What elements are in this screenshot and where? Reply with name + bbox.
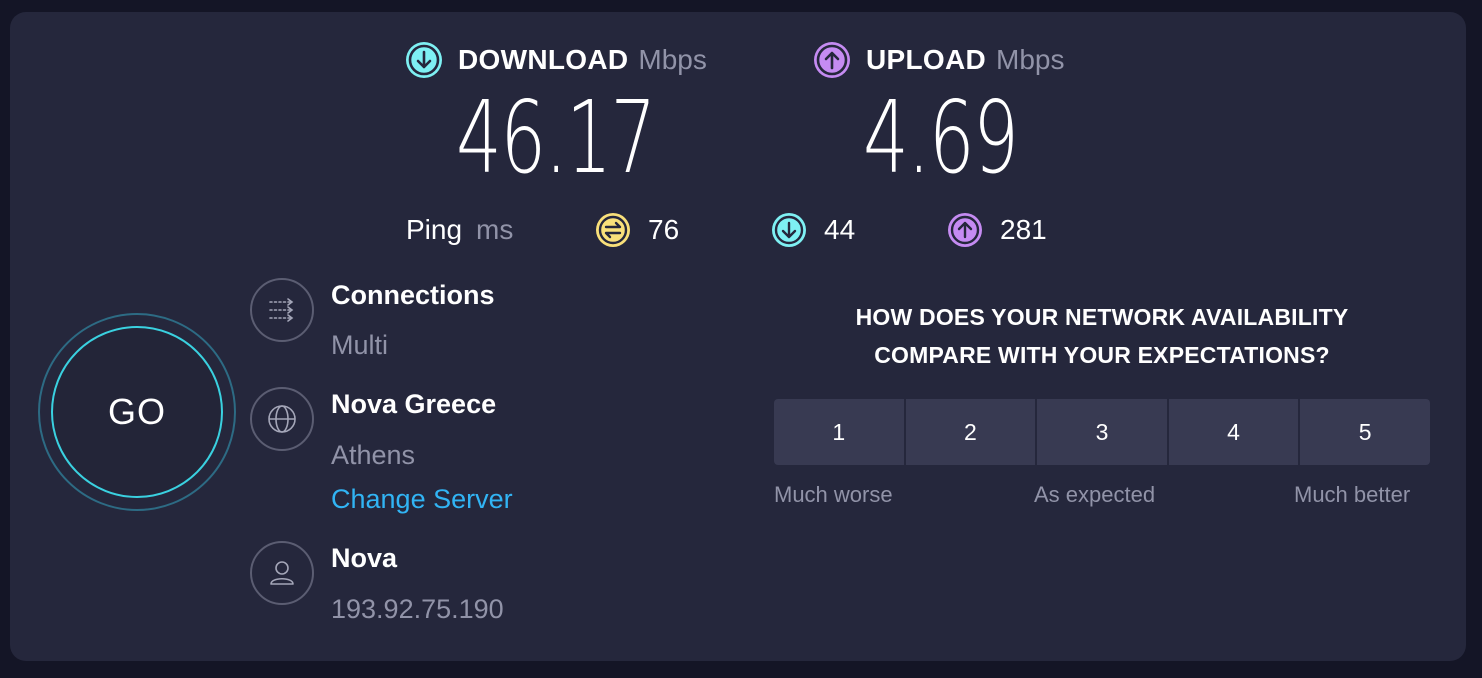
provider-name: Nova xyxy=(331,543,398,573)
arrow-down-circle-icon xyxy=(406,42,442,78)
server-location: Athens xyxy=(331,440,416,470)
download-header: DOWNLOAD Mbps xyxy=(406,40,707,80)
download-label: DOWNLOAD xyxy=(458,44,629,75)
go-button[interactable]: GO xyxy=(51,326,223,498)
rating-option-2[interactable]: 2 xyxy=(905,399,1038,465)
ping-download: 44 xyxy=(772,210,855,250)
arrow-up-circle-icon xyxy=(948,213,982,247)
scale-label-low: Much worse xyxy=(774,482,893,507)
go-button-ring[interactable]: GO xyxy=(38,313,236,511)
rating-scale: 1 2 3 4 5 xyxy=(774,399,1430,465)
connections-mode-value: Multi xyxy=(331,330,389,360)
ping-label-group: Ping ms xyxy=(406,210,513,250)
ping-download-value: 44 xyxy=(824,214,856,245)
rating-option-5[interactable]: 5 xyxy=(1300,399,1430,465)
ping-idle-value: 76 xyxy=(648,214,680,245)
survey-question: HOW DOES YOUR NETWORK AVAILABILITY COMPA… xyxy=(780,298,1424,374)
ping-upload: 281 xyxy=(948,210,1047,250)
results-panel: DOWNLOAD Mbps 46.17 UPLOAD Mbps 4.69 Pin… xyxy=(10,12,1466,661)
server-name: Nova Greece xyxy=(331,389,497,419)
connections-title: Connections xyxy=(331,280,495,310)
download-unit: Mbps xyxy=(638,44,707,75)
upload-header: UPLOAD Mbps xyxy=(814,40,1065,80)
survey-question-line2: COMPARE WITH YOUR EXPECTATIONS? xyxy=(874,342,1330,368)
ping-label: Ping xyxy=(406,214,463,245)
arrow-down-circle-icon xyxy=(772,213,806,247)
rating-option-1[interactable]: 1 xyxy=(774,399,906,465)
ping-upload-value: 281 xyxy=(1000,214,1047,245)
provider-ip: 193.92.75.190 xyxy=(331,594,504,624)
change-server-link[interactable]: Change Server xyxy=(331,484,513,515)
rating-option-3[interactable]: 3 xyxy=(1037,399,1169,465)
scale-label-high: Much better xyxy=(1294,482,1411,507)
user-icon xyxy=(250,541,314,605)
connections-icon xyxy=(250,278,314,342)
upload-unit: Mbps xyxy=(996,44,1065,75)
download-speed-value: 46.17 xyxy=(456,79,656,196)
ping-idle-icon xyxy=(596,213,630,247)
upload-speed-value: 4.69 xyxy=(863,79,1019,196)
globe-icon xyxy=(250,387,314,451)
upload-label: UPLOAD xyxy=(866,44,987,75)
survey-question-line1: HOW DOES YOUR NETWORK AVAILABILITY xyxy=(855,304,1349,330)
arrow-up-circle-icon xyxy=(814,42,850,78)
ping-idle: 76 xyxy=(596,210,679,250)
rating-option-4[interactable]: 4 xyxy=(1168,399,1301,465)
scale-label-mid: As expected xyxy=(1034,482,1156,507)
ping-unit: ms xyxy=(476,214,514,245)
